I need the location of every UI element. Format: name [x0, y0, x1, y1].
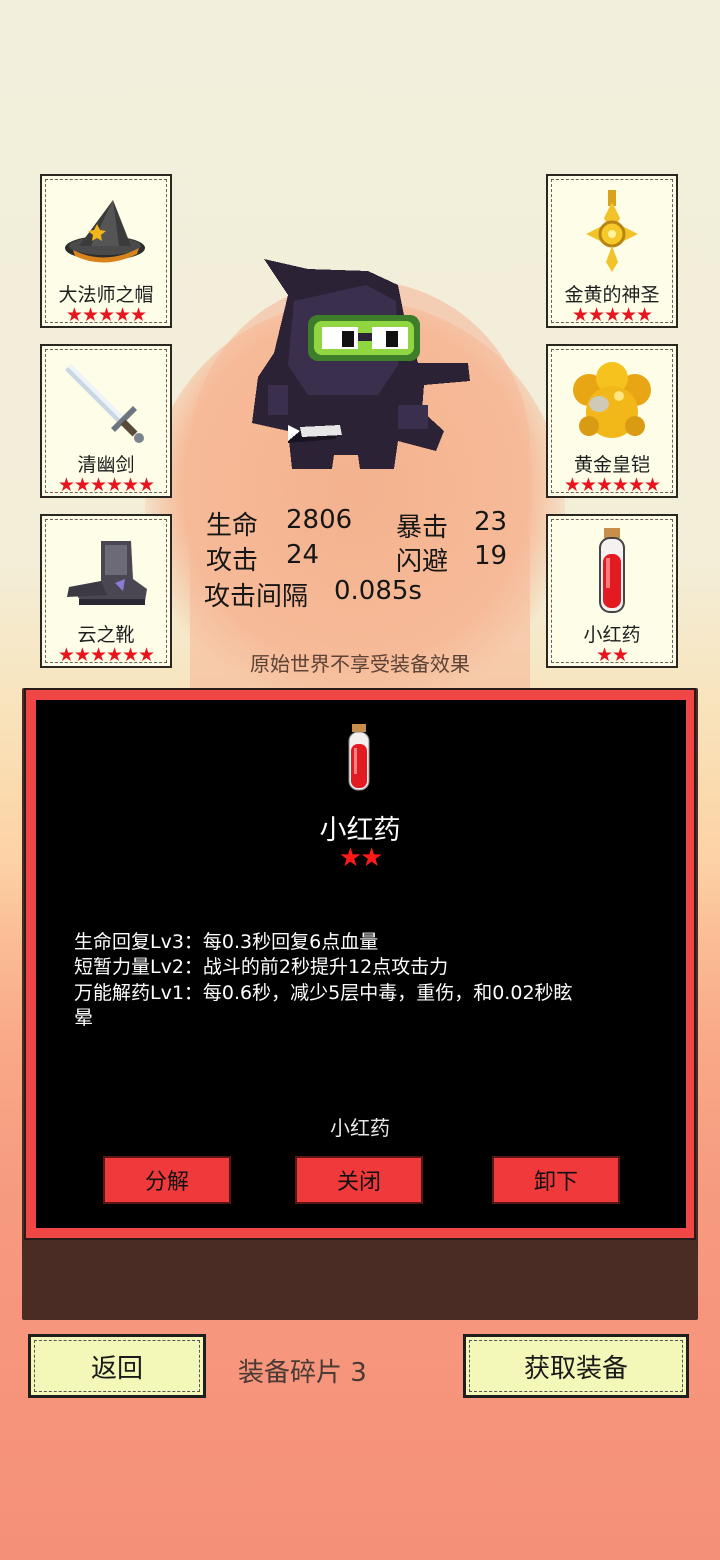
equipment-shards-count: 装备碎片 3 [238, 1358, 367, 1388]
unequip-button[interactable]: 卸下 [492, 1156, 620, 1204]
equip-name: 大法师之帽 [58, 284, 154, 306]
sword-icon [42, 356, 170, 446]
equip-slot-amulet[interactable]: 金黄的神圣 ★★★★★ [546, 174, 678, 328]
stat-crit-label: 暴击 [396, 513, 449, 543]
effect-line: 生命回复Lv3：每0.3秒回复6点血量 [74, 931, 379, 953]
decompose-button[interactable]: 分解 [103, 1156, 231, 1204]
equip-stars: ★★★★★★ [563, 474, 661, 496]
equip-slot-armor[interactable]: 黄金皇铠 ★★★★★★ [546, 344, 678, 498]
equip-slot-boots[interactable]: 云之靴 ★★★★★★ [40, 514, 172, 668]
stat-dodge-value: 19 [474, 541, 508, 571]
equip-name: 云之靴 [77, 624, 135, 646]
stat-dodge-label: 闪避 [396, 547, 449, 577]
red-potion-icon [344, 724, 374, 796]
equip-stars: ★★★★★ [571, 304, 653, 326]
red-potion-icon [548, 526, 676, 616]
equip-stars: ★★★★★ [65, 304, 147, 326]
item-stars: ★★ [338, 843, 384, 873]
back-button[interactable]: 返回 [28, 1334, 206, 1398]
equip-name: 金黄的神圣 [564, 284, 660, 306]
equip-stars: ★★★★★★ [57, 474, 155, 496]
effect-line: 晕 [74, 1007, 94, 1029]
gold-armor-icon [548, 356, 676, 446]
equip-slot-hat[interactable]: 大法师之帽 ★★★★★ [40, 174, 172, 328]
stat-atk-value: 24 [286, 540, 320, 570]
equip-name: 黄金皇铠 [573, 454, 650, 476]
stat-crit-value: 23 [474, 507, 508, 537]
holy-amulet-icon [548, 186, 676, 276]
stat-interval-label: 攻击间隔 [204, 582, 309, 612]
stat-hp-label: 生命 [206, 511, 259, 541]
wizard-hat-icon [42, 186, 170, 276]
stat-hp-value: 2806 [286, 505, 353, 535]
world-note: 原始世界不享受装备效果 [250, 652, 470, 676]
boots-icon [42, 526, 170, 616]
stat-interval-value: 0.085s [334, 576, 422, 606]
equip-name: 小红药 [583, 624, 641, 646]
effect-line: 短暂力量Lv2：战斗的前2秒提升12点攻击力 [74, 956, 449, 978]
equip-slot-potion[interactable]: 小红药 ★★ [546, 514, 678, 668]
item-subtitle: 小红药 [330, 1116, 390, 1140]
effect-line: 万能解药Lv1：每0.6秒，减少5层中毒，重伤，和0.02秒眩 [74, 982, 573, 1004]
stat-atk-label: 攻击 [206, 546, 259, 576]
get-equipment-button[interactable]: 获取装备 [463, 1334, 689, 1398]
hero-ninja [248, 255, 474, 477]
equip-slot-sword[interactable]: 清幽剑 ★★★★★★ [40, 344, 172, 498]
equip-name: 清幽剑 [77, 454, 135, 476]
item-title: 小红药 [319, 815, 401, 846]
close-button[interactable]: 关闭 [295, 1156, 423, 1204]
